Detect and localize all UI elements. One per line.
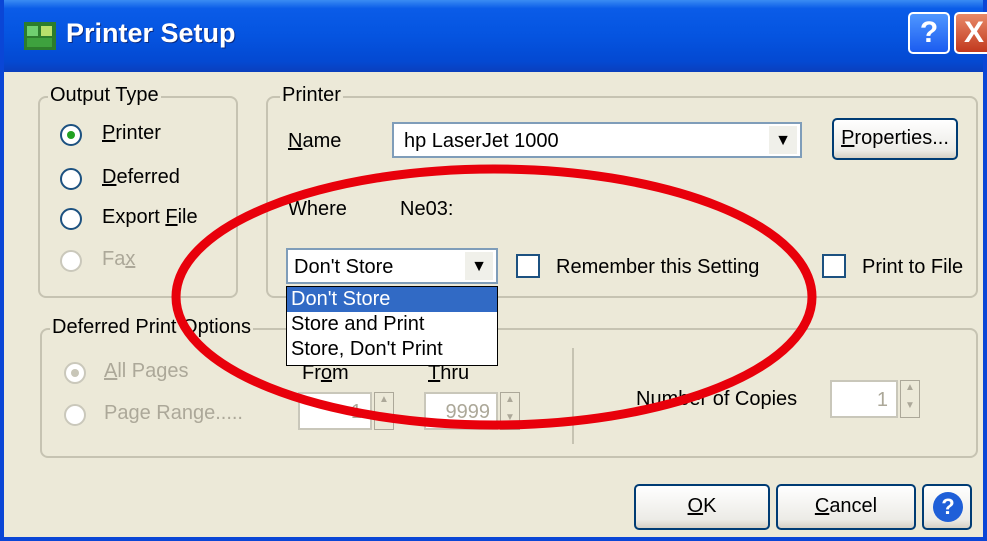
radio-deferred-label[interactable]: Deferred xyxy=(102,166,180,189)
from-value: 1 xyxy=(350,401,362,423)
radio-export-file[interactable] xyxy=(60,208,82,230)
help-button[interactable]: ? xyxy=(922,484,972,530)
printer-name-value: hp LaserJet 1000 xyxy=(404,130,559,152)
store-dropdown-list[interactable]: Don't Store Store and Print Store, Don't P… xyxy=(286,286,498,366)
from-input: 1 xyxy=(298,392,372,430)
copies-value: 1 xyxy=(876,389,888,411)
store-option[interactable]: Don't Store xyxy=(287,287,497,312)
close-button[interactable]: X xyxy=(954,12,987,54)
vertical-divider xyxy=(572,348,574,444)
radio-fax xyxy=(60,250,82,272)
thru-stepper: ▲ ▼ xyxy=(500,392,520,430)
properties-button[interactable]: Properties... xyxy=(832,118,958,160)
page-range-label: Page Range..... xyxy=(104,402,243,424)
radio-export-file-label[interactable]: Export File xyxy=(102,206,198,229)
copies-input: 1 xyxy=(830,380,898,418)
app-icon xyxy=(24,22,56,50)
store-value: Don't Store xyxy=(294,256,394,278)
name-label: Name xyxy=(288,130,342,152)
print-to-file-checkbox[interactable] xyxy=(822,254,846,278)
print-to-file-label[interactable]: Print to File xyxy=(862,256,963,279)
deferred-legend: Deferred Print Options xyxy=(50,316,253,339)
radio-all-pages xyxy=(64,362,86,384)
help-title-button[interactable]: ? xyxy=(908,12,950,54)
remember-label[interactable]: Remember this Setting xyxy=(556,256,759,279)
printer-setup-dialog: Printer Setup ? X Output Type Printer De… xyxy=(0,0,987,541)
ok-button[interactable]: OK xyxy=(634,484,770,530)
chevron-down-icon[interactable]: ▼ xyxy=(464,251,494,281)
where-value: Ne03: xyxy=(400,198,454,220)
radio-page-range xyxy=(64,404,86,426)
from-stepper: ▲ ▼ xyxy=(374,392,394,430)
printer-legend: Printer xyxy=(280,84,343,107)
title-bar[interactable]: Printer Setup ? X xyxy=(4,0,987,72)
thru-value: 9999 xyxy=(445,401,491,423)
copies-stepper: ▲ ▼ xyxy=(900,380,920,418)
copies-label: Number of Copies xyxy=(636,388,798,410)
store-option[interactable]: Store and Print xyxy=(287,312,497,337)
remember-checkbox[interactable] xyxy=(516,254,540,278)
radio-deferred[interactable] xyxy=(60,168,82,190)
window-title: Printer Setup xyxy=(66,18,236,48)
thru-input: 9999 xyxy=(424,392,498,430)
help-icon: ? xyxy=(933,492,963,522)
chevron-down-icon[interactable]: ▼ xyxy=(768,125,798,155)
store-select[interactable]: Don't Store ▼ xyxy=(286,248,498,284)
radio-fax-label: Fax xyxy=(102,248,136,270)
printer-name-select[interactable]: hp LaserJet 1000 ▼ xyxy=(392,122,802,158)
radio-printer-label[interactable]: Printer xyxy=(102,122,161,145)
store-option[interactable]: Store, Don't Print xyxy=(287,337,497,362)
where-label: Where xyxy=(288,198,347,220)
radio-printer[interactable] xyxy=(60,124,82,146)
output-type-legend: Output Type xyxy=(48,84,161,107)
all-pages-label: All Pages xyxy=(104,360,189,382)
cancel-button[interactable]: Cancel xyxy=(776,484,916,530)
